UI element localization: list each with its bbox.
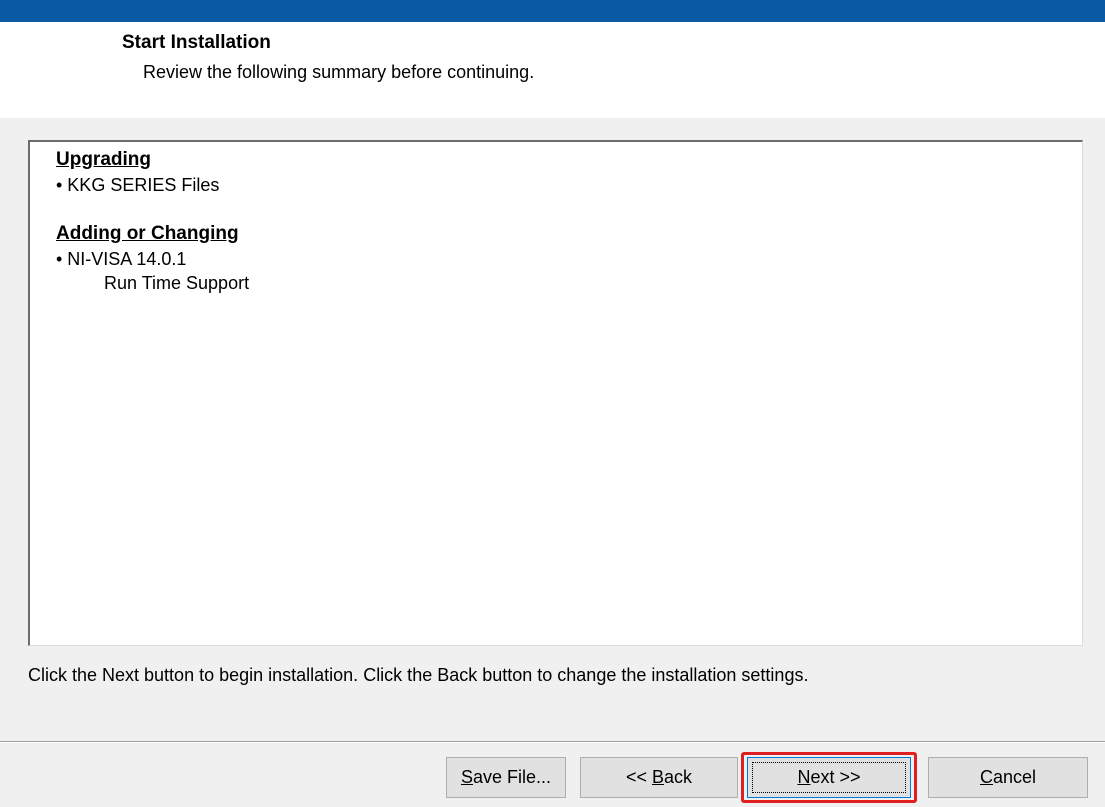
save-file-button[interactable]: Save File... bbox=[446, 757, 566, 798]
next-button[interactable]: Next >> bbox=[747, 757, 911, 798]
cancel-button-mnemonic: C bbox=[979, 767, 993, 787]
save-button-mnemonic: S bbox=[460, 767, 473, 787]
list-subitem: Run Time Support bbox=[104, 273, 250, 293]
list-item: • NI-VISA 14.0.1 bbox=[56, 248, 187, 269]
cancel-button-label: ancel bbox=[992, 767, 1037, 787]
installation-summary-box[interactable]: Upgrading • KKG SERIES Files Adding or C… bbox=[28, 140, 1083, 646]
back-button-mnemonic: B bbox=[652, 767, 665, 787]
next-button-mnemonic: N bbox=[797, 767, 811, 787]
footer-divider bbox=[0, 741, 1105, 743]
page-subtitle: Review the following summary before cont… bbox=[143, 62, 535, 82]
section-heading-adding-or-changing: Adding or Changing bbox=[56, 223, 239, 244]
back-button-label: ack bbox=[664, 767, 693, 787]
next-button-label: ext >> bbox=[810, 767, 861, 787]
section-heading-upgrading: Upgrading bbox=[56, 149, 151, 170]
save-button-label: ave File... bbox=[472, 767, 552, 787]
list-item: • KKG SERIES Files bbox=[56, 174, 220, 195]
page-title: Start Installation bbox=[122, 32, 271, 53]
back-button-arrows: << bbox=[625, 767, 652, 787]
instruction-text: Click the Next button to begin installat… bbox=[28, 665, 809, 685]
back-button[interactable]: << Back bbox=[580, 757, 738, 798]
window-title-strip bbox=[0, 0, 1105, 22]
cancel-button[interactable]: Cancel bbox=[928, 757, 1088, 798]
summary-content: Upgrading • KKG SERIES Files Adding or C… bbox=[56, 148, 249, 296]
installer-header: Start Installation Review the following … bbox=[0, 22, 1105, 118]
